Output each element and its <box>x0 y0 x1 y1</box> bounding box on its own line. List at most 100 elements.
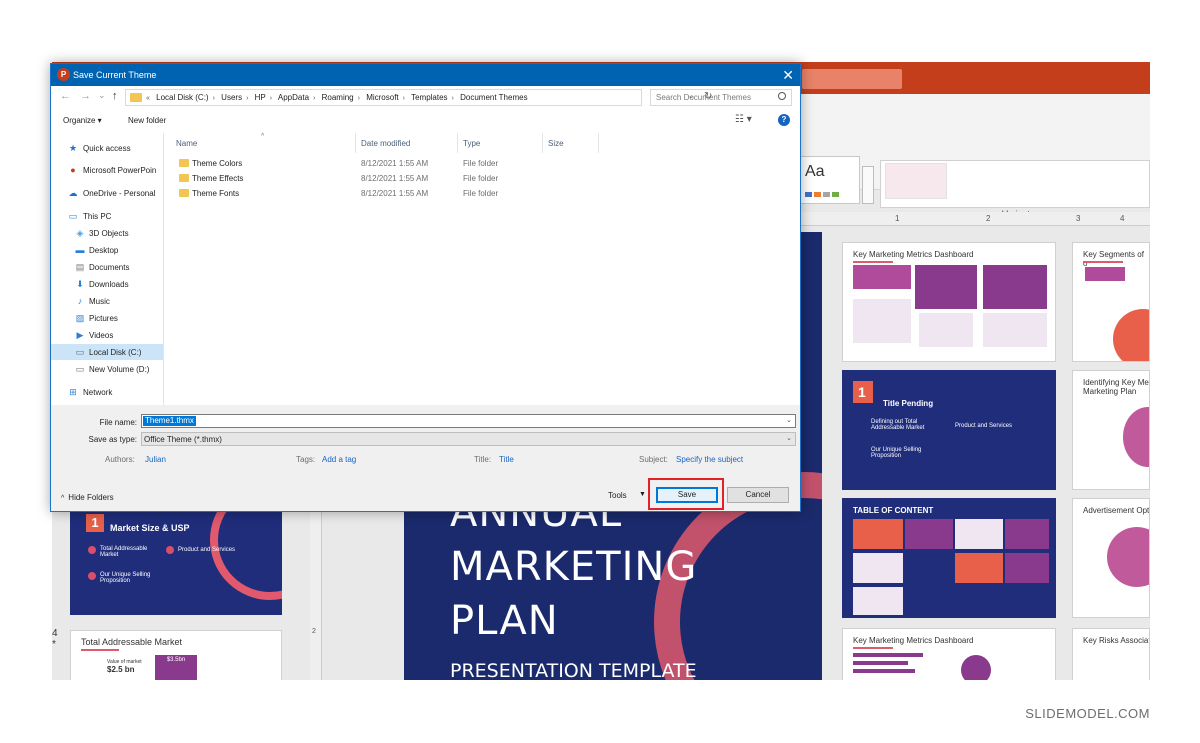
nav-item[interactable]: ♪ Music <box>51 293 163 309</box>
titlebar-search-pill[interactable] <box>802 69 902 89</box>
file-row[interactable]: Theme Fonts 8/12/2021 1:55 AM File folde… <box>165 186 800 201</box>
slide-thumbnail-market-size[interactable]: 1 Market Size & USP Total Addressable Ma… <box>70 510 282 615</box>
breadcrumb-item[interactable]: Roaming <box>322 93 354 102</box>
variants-gallery[interactable] <box>880 160 1150 208</box>
breadcrumb-item[interactable]: Templates <box>411 93 447 102</box>
column-divider[interactable] <box>457 133 458 153</box>
file-list: ^ Name Date modified Type Size Theme Col… <box>165 133 800 405</box>
file-name-field[interactable]: Theme1.thmx ⌄ <box>141 414 796 428</box>
column-divider[interactable] <box>598 133 599 153</box>
subject-field[interactable]: Specify the subject <box>676 455 743 464</box>
slide-thumbnail-identifying[interactable]: Identifying Key Me Marketing Plan <box>1072 370 1150 490</box>
toc-cell <box>853 587 903 615</box>
bullet-dot <box>88 546 96 554</box>
nav-item-icon: ▭ <box>75 364 85 374</box>
save-as-type-select[interactable]: Office Theme (*.thmx) ⌄ <box>141 432 796 446</box>
metric-card <box>853 265 911 289</box>
close-icon[interactable]: ✕ <box>782 67 794 84</box>
breadcrumb-item[interactable]: Users <box>221 93 242 102</box>
slide-thumb-title: Market Size & USP <box>110 523 190 533</box>
slide-thumbnail-segments[interactable]: Key Segments of o <box>1072 242 1150 362</box>
save-as-type-value: Office Theme (*.thmx) <box>144 435 222 444</box>
nav-item[interactable]: ● Microsoft PowerPoin <box>51 162 163 178</box>
nav-item-label: Desktop <box>89 246 119 255</box>
nav-item[interactable]: ⬇ Downloads <box>51 276 163 292</box>
nav-item[interactable]: ▭ New Volume (D:) <box>51 361 163 377</box>
slide-thumbnail-metrics-2[interactable]: Key Marketing Metrics Dashboard <box>842 628 1056 680</box>
variant-item[interactable] <box>885 163 947 199</box>
slide-thumb-item: Our Unique Selling Proposition <box>100 572 151 584</box>
slide-thumbnail-title-pending[interactable]: 1 Title Pending Defining out Total Addre… <box>842 370 1056 490</box>
help-icon[interactable]: ? <box>778 114 790 126</box>
tags-label: Tags: <box>296 455 316 464</box>
theme-gallery-scroll[interactable] <box>862 166 874 204</box>
title-field[interactable]: Title <box>499 455 514 464</box>
authors-label: Authors: <box>105 455 135 464</box>
nav-item[interactable]: ⊞ Network <box>51 384 163 400</box>
new-folder-button[interactable]: New folder <box>128 116 166 125</box>
nav-item[interactable]: ▤ Documents <box>51 259 163 275</box>
breadcrumb-item[interactable]: Local Disk (C:) <box>156 93 208 102</box>
slide-thumbnail-tam[interactable]: Total Addressable Market Value of market… <box>70 630 282 680</box>
metric-card <box>983 313 1047 347</box>
nav-item[interactable]: ▭ This PC <box>51 208 163 224</box>
nav-item-label: Quick access <box>83 144 131 153</box>
nav-item-label: Downloads <box>89 280 129 289</box>
save-as-type-label: Save as type: <box>88 435 137 444</box>
up-arrow-icon[interactable]: ↑ <box>112 90 118 102</box>
tags-field[interactable]: Add a tag <box>322 455 356 464</box>
column-header-name[interactable]: Name <box>176 139 197 148</box>
search-input[interactable]: Search Document Themes <box>650 89 792 106</box>
recent-locations-icon[interactable]: ⌄ <box>98 90 106 101</box>
breadcrumb-item[interactable]: HP <box>255 93 266 102</box>
nav-item-label: Microsoft PowerPoin <box>83 166 157 175</box>
authors-field[interactable]: Julian <box>145 455 166 464</box>
nav-item[interactable]: ◈ 3D Objects <box>51 225 163 241</box>
column-divider[interactable] <box>355 133 356 153</box>
file-type: File folder <box>463 159 499 168</box>
nav-item[interactable]: ▭ Local Disk (C:) <box>51 344 163 360</box>
column-header-date[interactable]: Date modified <box>361 139 410 148</box>
nav-item[interactable]: ▶ Videos <box>51 327 163 343</box>
search-placeholder: Search Document Themes <box>656 93 752 102</box>
slide-thumbnail-toc[interactable]: TABLE OF CONTENT <box>842 498 1056 618</box>
nav-item[interactable]: ▬ Desktop <box>51 242 163 258</box>
save-highlight-annotation <box>648 478 724 510</box>
nav-item-label: Music <box>89 297 110 306</box>
breadcrumb-separator: › <box>402 95 405 102</box>
forward-arrow-icon[interactable]: → <box>80 90 91 102</box>
slide-thumbnail-risks[interactable]: Key Risks Associat <box>1072 628 1150 680</box>
theme-gallery-item[interactable]: Aa <box>800 156 860 204</box>
file-name: Theme Fonts <box>192 189 240 198</box>
breadcrumb-overflow[interactable]: « <box>146 95 150 102</box>
view-options-icon[interactable]: ☷ ▾ <box>735 114 752 125</box>
breadcrumb-item[interactable]: Document Themes <box>460 93 527 102</box>
slide-thumb-item: Total Addressable Market <box>100 546 148 558</box>
column-header-size[interactable]: Size <box>548 139 564 148</box>
breadcrumb-item[interactable]: AppData <box>278 93 309 102</box>
metric-card <box>983 265 1047 309</box>
save-theme-dialog: P Save Current Theme ✕ ← → ⌄ ↑ « Local D… <box>50 63 801 512</box>
hide-folders-button[interactable]: ^ Hide Folders <box>61 493 114 502</box>
file-row[interactable]: Theme Colors 8/12/2021 1:55 AM File fold… <box>165 156 800 171</box>
nav-item[interactable]: ☁ OneDrive - Personal <box>51 185 163 201</box>
tools-button[interactable]: Tools <box>608 491 627 500</box>
screenshot-root: Aa Variants 1 2 3 4 1 Market Size & USP … <box>0 0 1200 743</box>
address-bar[interactable]: « Local Disk (C:) › Users › HP › AppData › R… <box>125 89 712 106</box>
breadcrumb-separator: › <box>246 95 249 102</box>
nav-item[interactable]: ▨ Pictures <box>51 310 163 326</box>
organize-button[interactable]: Organize ▾ <box>63 116 102 125</box>
chevron-down-icon[interactable]: ⌄ <box>786 416 792 424</box>
column-header-type[interactable]: Type <box>463 139 480 148</box>
slide-thumbnail-metrics[interactable]: Key Marketing Metrics Dashboard <box>842 242 1056 362</box>
breadcrumb-item[interactable]: Microsoft <box>366 93 398 102</box>
nav-item[interactable]: ★ Quick access <box>51 140 163 156</box>
tools-dropdown-icon[interactable]: ▼ <box>639 491 646 498</box>
file-row[interactable]: Theme Effects 8/12/2021 1:55 AM File fol… <box>165 171 800 186</box>
title-underline <box>81 649 119 651</box>
back-arrow-icon[interactable]: ← <box>60 90 71 102</box>
cancel-button[interactable]: Cancel <box>727 487 789 503</box>
navigation-pane: ★ Quick access ● Microsoft PowerPoin ☁ OneDri… <box>51 133 164 405</box>
column-divider[interactable] <box>542 133 543 153</box>
slide-thumbnail-advertisement[interactable]: Advertisement Opt <box>1072 498 1150 618</box>
